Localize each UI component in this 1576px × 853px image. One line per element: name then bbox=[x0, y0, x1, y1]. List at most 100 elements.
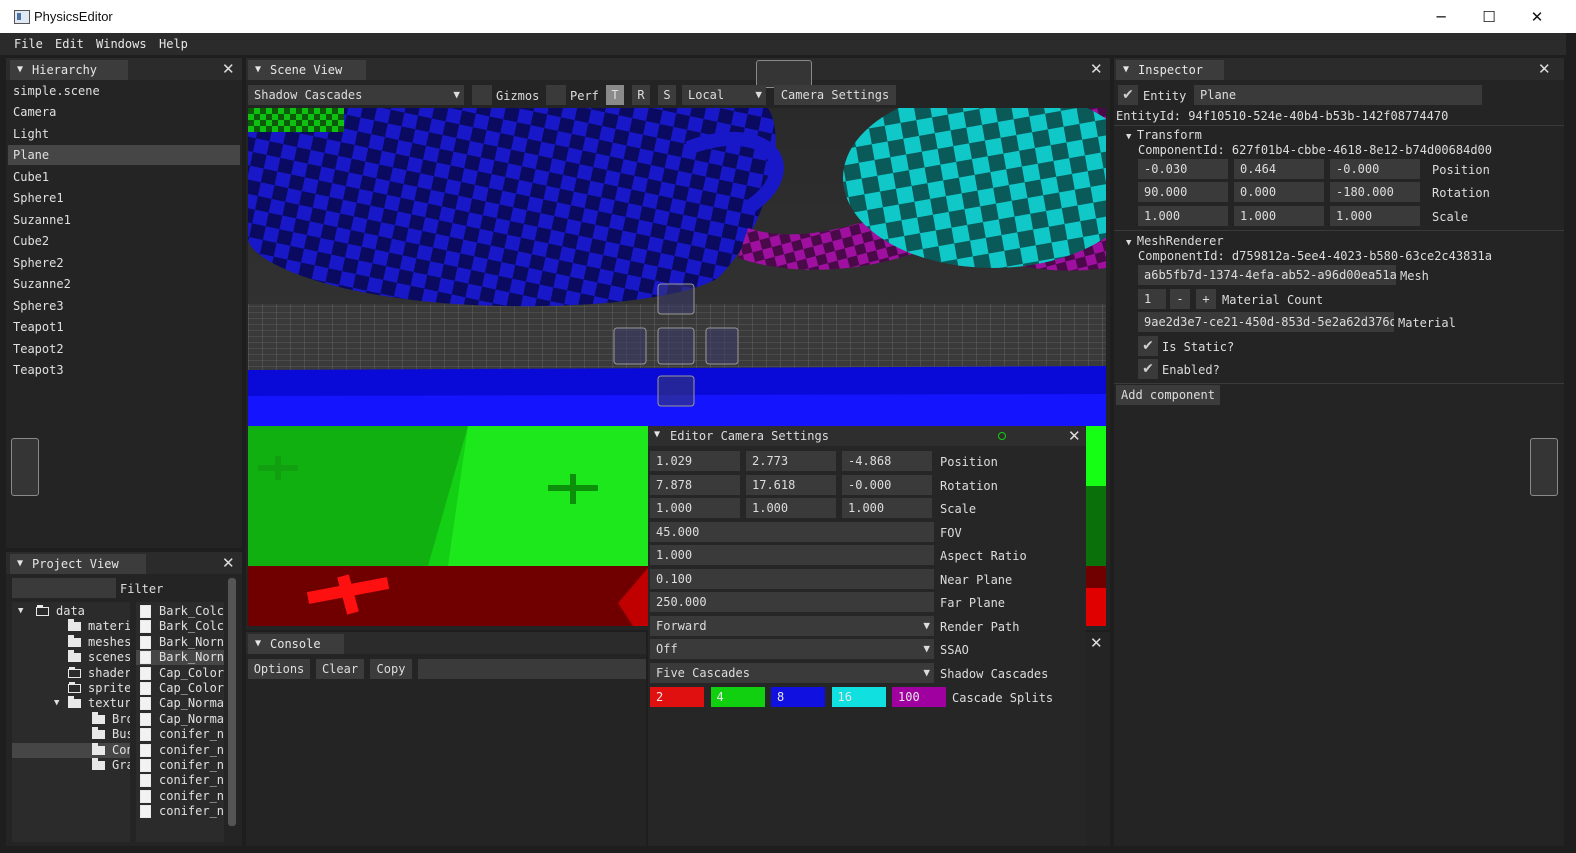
gizmos-checkbox[interactable] bbox=[472, 85, 492, 105]
transform-header[interactable]: ▼ Transform bbox=[1126, 128, 1202, 142]
close-icon[interactable]: ✕ bbox=[1090, 60, 1103, 78]
rotate-tool-button[interactable]: R bbox=[632, 85, 650, 105]
folder-item[interactable]: Gra bbox=[12, 758, 130, 773]
transform-position-y-input[interactable]: 0.464 bbox=[1234, 159, 1324, 179]
cam-position-y-input[interactable]: 2.773 bbox=[746, 451, 836, 471]
folder-item[interactable]: ▼ data bbox=[12, 604, 130, 619]
collapse-icon[interactable]: ▼ bbox=[255, 634, 261, 654]
minimize-icon[interactable]: ─ bbox=[1418, 0, 1464, 33]
transform-scale-z-input[interactable]: 1.000 bbox=[1330, 206, 1420, 226]
cam-aspect-input[interactable]: 1.000 bbox=[650, 545, 934, 565]
folder-item[interactable]: scenes bbox=[12, 650, 130, 665]
meshrenderer-header[interactable]: ▼ MeshRenderer bbox=[1126, 234, 1224, 248]
hierarchy-row[interactable]: Suzanne2 bbox=[8, 274, 240, 294]
cam-rotation-x-input[interactable]: 7.878 bbox=[650, 475, 740, 495]
hierarchy-row[interactable]: Cube1 bbox=[8, 167, 240, 187]
console-options-button[interactable]: Options bbox=[248, 659, 310, 679]
close-icon[interactable]: ✕ bbox=[1538, 60, 1551, 78]
tab-hierarchy[interactable]: ▼ Hierarchy bbox=[10, 60, 128, 80]
file-item[interactable]: Bark_Norn bbox=[136, 650, 224, 666]
console-clear-button[interactable]: Clear bbox=[316, 659, 364, 679]
folder-item[interactable]: ▼ textur bbox=[12, 696, 130, 711]
hierarchy-row[interactable]: Teapot2 bbox=[8, 339, 240, 359]
cam-scale-x-input[interactable]: 1.000 bbox=[650, 498, 740, 518]
cam-position-x-input[interactable]: 1.029 bbox=[650, 451, 740, 471]
close-icon[interactable]: ✕ bbox=[1514, 0, 1560, 33]
transform-position-x-input[interactable]: -0.030 bbox=[1138, 159, 1228, 179]
entity-active-checkbox[interactable]: ✔ bbox=[1118, 85, 1138, 105]
cam-position-z-input[interactable]: -4.868 bbox=[842, 451, 932, 471]
material-input[interactable]: 9ae2d3e7-ce21-450d-853d-5e2a62d376d bbox=[1138, 312, 1394, 332]
cam-scale-z-input[interactable]: 1.000 bbox=[842, 498, 932, 518]
material-count-increment-button[interactable]: + bbox=[1196, 289, 1216, 309]
hierarchy-row[interactable]: Teapot3 bbox=[8, 360, 240, 380]
cascade-split-input[interactable]: 4 bbox=[710, 687, 765, 707]
menu-windows[interactable]: Windows bbox=[96, 37, 147, 51]
collapse-icon[interactable]: ▼ bbox=[17, 554, 23, 574]
transform-rotation-x-input[interactable]: 90.000 bbox=[1138, 182, 1228, 202]
file-item[interactable]: Bark_Colc bbox=[136, 604, 224, 619]
hierarchy-row[interactable]: Light bbox=[8, 124, 240, 144]
tab-scene-view[interactable]: ▼ Scene View bbox=[248, 60, 366, 80]
scrollbar[interactable] bbox=[228, 578, 236, 826]
console-copy-button[interactable]: Copy bbox=[370, 659, 412, 679]
hierarchy-row[interactable]: Plane bbox=[8, 145, 240, 165]
cam-shadow-cascades-dropdown[interactable]: Five Cascades ▼ bbox=[650, 663, 934, 683]
collapse-icon[interactable]: ▼ bbox=[1123, 60, 1129, 80]
folder-item[interactable]: Bro bbox=[12, 711, 130, 727]
file-item[interactable]: Bark_Colc bbox=[136, 619, 224, 634]
material-count-decrement-button[interactable]: - bbox=[1170, 289, 1190, 309]
collapse-icon[interactable]: ▼ bbox=[255, 60, 261, 80]
file-item[interactable]: conifer_n bbox=[136, 773, 224, 788]
expand-arrow-icon[interactable]: ▼ bbox=[54, 696, 59, 711]
scale-tool-button[interactable]: S bbox=[658, 85, 676, 105]
file-item[interactable]: Cap_Norma bbox=[136, 712, 224, 727]
folder-item[interactable]: Bus bbox=[12, 727, 130, 742]
panel-resize-handle[interactable] bbox=[1530, 438, 1558, 496]
filter-input[interactable] bbox=[12, 578, 116, 598]
enabled-checkbox[interactable]: ✔ bbox=[1138, 359, 1158, 379]
console-filter-input[interactable] bbox=[418, 659, 646, 679]
file-item[interactable]: Cap_Color bbox=[136, 666, 224, 681]
cam-render-path-dropdown[interactable]: Forward ▼ bbox=[650, 616, 934, 636]
render-mode-dropdown[interactable]: Shadow Cascades ▼ bbox=[248, 85, 464, 105]
menu-help[interactable]: Help bbox=[159, 37, 188, 51]
maximize-icon[interactable]: ☐ bbox=[1466, 0, 1512, 33]
tab-project-view[interactable]: ▼ Project View bbox=[10, 554, 146, 574]
hierarchy-row[interactable]: Sphere1 bbox=[8, 188, 240, 208]
is-static-checkbox[interactable]: ✔ bbox=[1138, 336, 1158, 356]
cam-ssao-dropdown[interactable]: Off ▼ bbox=[650, 639, 934, 659]
hierarchy-row[interactable]: Teapot1 bbox=[8, 317, 240, 337]
hierarchy-row[interactable]: Cube2 bbox=[8, 231, 240, 251]
folder-item[interactable]: materi bbox=[12, 619, 130, 634]
camera-settings-titlebar[interactable]: ▼ Editor Camera Settings ✕ bbox=[648, 426, 1086, 446]
file-item[interactable]: conifer_n bbox=[136, 789, 224, 804]
cascade-split-input[interactable]: 100 bbox=[892, 687, 946, 707]
file-item[interactable]: Bark_Norn bbox=[136, 635, 224, 650]
mesh-input[interactable]: a6b5fb7d-1374-4efa-ab52-a96d00ea51a bbox=[1138, 265, 1396, 285]
transform-scale-y-input[interactable]: 1.000 bbox=[1234, 206, 1324, 226]
space-dropdown[interactable]: Local ▼ bbox=[682, 85, 766, 105]
material-count-input[interactable]: 1 bbox=[1138, 289, 1166, 309]
collapse-icon[interactable]: ▼ bbox=[17, 60, 23, 80]
cam-far-input[interactable]: 250.000 bbox=[650, 592, 934, 612]
file-item[interactable]: conifer_n bbox=[136, 804, 224, 819]
menu-file[interactable]: File bbox=[14, 37, 43, 51]
hierarchy-row[interactable]: Suzanne1 bbox=[8, 210, 240, 230]
add-component-button[interactable]: Add component bbox=[1116, 385, 1220, 405]
translate-tool-button[interactable]: T bbox=[606, 85, 624, 105]
file-item[interactable]: conifer_n bbox=[136, 758, 224, 773]
cascade-split-input[interactable]: 2 bbox=[650, 687, 704, 707]
scene-name[interactable]: simple.scene bbox=[13, 84, 100, 98]
expand-arrow-icon[interactable]: ▼ bbox=[18, 604, 23, 619]
tab-inspector[interactable]: ▼ Inspector bbox=[1116, 60, 1224, 80]
folder-item[interactable]: shader bbox=[12, 666, 130, 681]
cam-fov-input[interactable]: 45.000 bbox=[650, 522, 934, 542]
close-icon[interactable]: ✕ bbox=[1090, 634, 1103, 652]
hierarchy-row[interactable]: Sphere2 bbox=[8, 253, 240, 273]
folder-item[interactable]: Con bbox=[12, 742, 130, 758]
cam-rotation-z-input[interactable]: -0.000 bbox=[842, 475, 932, 495]
close-icon[interactable]: ✕ bbox=[222, 554, 235, 572]
folder-item[interactable]: meshes bbox=[12, 634, 130, 650]
cam-scale-y-input[interactable]: 1.000 bbox=[746, 498, 836, 518]
